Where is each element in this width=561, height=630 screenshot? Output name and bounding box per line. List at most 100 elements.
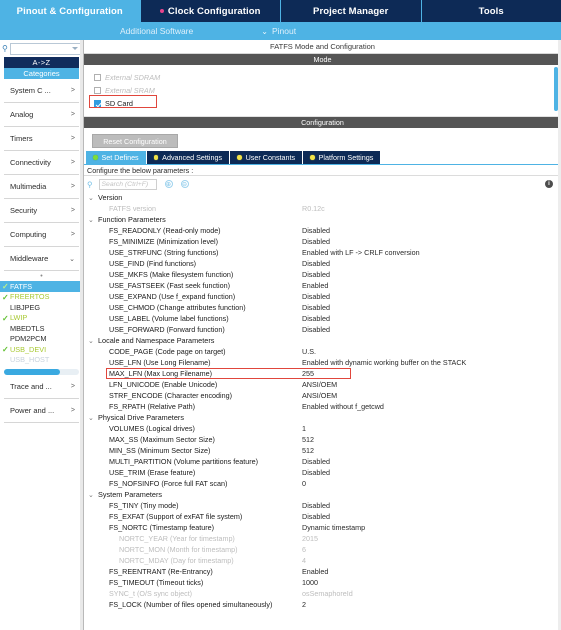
info-icon[interactable]: i bbox=[545, 180, 553, 188]
parameter-row[interactable]: MAX_LFN (Max Long Filename) 255 bbox=[84, 367, 561, 379]
sidebar-vertical-scrollbar[interactable] bbox=[80, 40, 83, 630]
parameter-row[interactable]: USE_FIND (Find functions) Disabled bbox=[84, 258, 561, 269]
sidebar-item-connectivity[interactable]: Connectivity > bbox=[4, 151, 79, 175]
parameter-value[interactable]: 6 bbox=[302, 545, 306, 554]
parameter-value[interactable]: ANSI/OEM bbox=[302, 380, 337, 389]
parameter-value[interactable]: 2 bbox=[302, 600, 306, 609]
checkbox-icon[interactable] bbox=[94, 74, 101, 81]
parameter-row[interactable]: FS_RPATH (Relative Path) Enabled without … bbox=[84, 401, 561, 412]
parameter-value[interactable]: 2015 bbox=[302, 534, 318, 543]
parameter-row[interactable]: NORTC_YEAR (Year for timestamp) 2015 bbox=[84, 533, 561, 544]
sidebar-item-lwip[interactable]: ✓ LWIP bbox=[0, 313, 83, 324]
chevron-down-icon[interactable]: ⌄ bbox=[88, 414, 94, 422]
parameter-value[interactable]: 1 bbox=[302, 424, 306, 433]
parameter-group-header[interactable]: ⌄ Version bbox=[84, 192, 561, 203]
parameter-value[interactable]: 512 bbox=[302, 446, 314, 455]
parameter-value[interactable]: Disabled bbox=[302, 468, 330, 477]
parameter-value[interactable]: 255 bbox=[302, 369, 314, 378]
tab-advanced-settings[interactable]: Advanced Settings bbox=[146, 151, 231, 164]
tab-clock-configuration[interactable]: Clock Configuration bbox=[140, 0, 281, 22]
parameter-row[interactable]: LFN_UNICODE (Enable Unicode) ANSI/OEM bbox=[84, 379, 561, 390]
parameter-value[interactable]: Disabled bbox=[302, 259, 330, 268]
parameter-row[interactable]: USE_CHMOD (Change attributes function) Di… bbox=[84, 302, 561, 313]
collapse-all-icon[interactable]: ⊖ bbox=[180, 180, 189, 188]
sidebar-item-mbedtls[interactable]: MBEDTLS bbox=[0, 323, 83, 334]
chevron-down-icon[interactable]: ⌄ bbox=[88, 337, 94, 345]
parameter-value[interactable]: Enabled with dynamic working buffer on t… bbox=[302, 358, 466, 367]
sidebar-item-power-and[interactable]: Power and ... > bbox=[4, 399, 79, 423]
sidebar-item-trace-and[interactable]: Trace and ... > bbox=[4, 375, 79, 399]
parameter-value[interactable]: Disabled bbox=[302, 501, 330, 510]
pinout-menu[interactable]: ⌄ Pinout bbox=[261, 26, 296, 36]
parameter-value[interactable]: R0.12c bbox=[302, 204, 325, 213]
parameter-row[interactable]: FS_REENTRANT (Re-Entrancy) Enabled bbox=[84, 566, 561, 577]
sidebar-search-input[interactable] bbox=[9, 42, 81, 55]
parameter-row[interactable]: FS_NOFSINFO (Force full FAT scan) 0 bbox=[84, 478, 561, 489]
mode-option-sd-card[interactable]: SD Card bbox=[94, 97, 561, 110]
parameter-row[interactable]: FS_MINIMIZE (Minimization level) Disabled bbox=[84, 236, 561, 247]
parameter-value[interactable]: 1000 bbox=[302, 578, 318, 587]
parameter-row[interactable]: USE_LFN (Use Long Filename) Enabled with … bbox=[84, 357, 561, 368]
parameter-row[interactable]: FS_NORTC (Timestamp feature) Dynamic time… bbox=[84, 522, 561, 533]
tab-user-constants[interactable]: User Constants bbox=[230, 151, 304, 164]
parameter-row[interactable]: USE_EXPAND (Use f_expand function) Disabl… bbox=[84, 291, 561, 302]
parameter-value[interactable]: Disabled bbox=[302, 226, 330, 235]
parameter-row[interactable]: STRF_ENCODE (Character encoding) ANSI/OEM bbox=[84, 390, 561, 401]
parameter-value[interactable]: Disabled bbox=[302, 512, 330, 521]
checkbox-icon[interactable] bbox=[94, 100, 101, 107]
sidebar-horizontal-scrollbar[interactable] bbox=[4, 369, 79, 375]
parameter-group-header[interactable]: ⌄ Function Parameters bbox=[84, 214, 561, 225]
parameter-value[interactable]: ANSI/OEM bbox=[302, 391, 337, 400]
tab-tools[interactable]: Tools bbox=[421, 0, 561, 22]
parameter-value[interactable]: 0 bbox=[302, 479, 306, 488]
expand-all-icon[interactable]: ⊕ bbox=[164, 180, 173, 188]
chevron-down-icon[interactable]: ⌄ bbox=[88, 491, 94, 499]
parameter-value[interactable]: Enabled with LF -> CRLF conversion bbox=[302, 248, 420, 257]
parameter-value[interactable]: Disabled bbox=[302, 237, 330, 246]
parameter-row[interactable]: SYNC_t (O/S sync object) osSemaphoreId bbox=[84, 588, 561, 599]
parameter-row[interactable]: FS_TINY (Tiny mode) Disabled bbox=[84, 500, 561, 511]
parameter-value[interactable]: Disabled bbox=[302, 457, 330, 466]
sidebar-item-analog[interactable]: Analog > bbox=[4, 103, 79, 127]
sidebar-item-computing[interactable]: Computing > bbox=[4, 223, 79, 247]
sidebar-item-fatfs[interactable]: ✓ FATFS bbox=[0, 281, 83, 292]
sidebar-item-multimedia[interactable]: Multimedia > bbox=[4, 175, 79, 199]
checkbox-icon[interactable] bbox=[94, 87, 101, 94]
parameter-row[interactable]: USE_STRFUNC (String functions) Enabled wi… bbox=[84, 247, 561, 258]
reset-configuration-button[interactable]: Reset Configuration bbox=[92, 134, 178, 148]
sidebar-item-timers[interactable]: Timers > bbox=[4, 127, 79, 151]
sidebar-item-usb_devi[interactable]: ✓ USB_DEVI bbox=[0, 344, 83, 355]
parameter-row[interactable]: FS_READONLY (Read-only mode) Disabled bbox=[84, 225, 561, 236]
parameter-value[interactable]: Disabled bbox=[302, 270, 330, 279]
chevron-down-icon[interactable]: ⌄ bbox=[88, 194, 94, 202]
parameter-row[interactable]: NORTC_MDAY (Day for timestamp) 4 bbox=[84, 555, 561, 566]
parameter-row[interactable]: USE_FORWARD (Forward function) Disabled bbox=[84, 324, 561, 335]
parameter-row[interactable]: CODE_PAGE (Code page on target) U.S. bbox=[84, 346, 561, 357]
parameter-value[interactable]: Disabled bbox=[302, 303, 330, 312]
parameter-value[interactable]: 4 bbox=[302, 556, 306, 565]
sidebar-item-system-c[interactable]: System C ... > bbox=[4, 79, 79, 103]
parameter-value[interactable]: osSemaphoreId bbox=[302, 589, 353, 598]
parameter-group-header[interactable]: ⌄ System Parameters bbox=[84, 489, 561, 500]
sidebar-item-middleware[interactable]: Middleware ⌄ bbox=[4, 247, 79, 271]
parameter-value[interactable]: Disabled bbox=[302, 292, 330, 301]
tab-set-defines[interactable]: Set Defines bbox=[86, 151, 147, 164]
parameter-value[interactable]: U.S. bbox=[302, 347, 316, 356]
parameter-row[interactable]: FS_TIMEOUT (Timeout ticks) 1000 bbox=[84, 577, 561, 588]
parameter-row[interactable]: USE_TRIM (Erase feature) Disabled bbox=[84, 467, 561, 478]
parameter-value[interactable]: Enabled bbox=[302, 567, 328, 576]
parameter-row[interactable]: MIN_SS (Minimum Sector Size) 512 bbox=[84, 445, 561, 456]
additional-software-button[interactable]: Additional Software bbox=[120, 26, 193, 36]
parameter-value[interactable]: Disabled bbox=[302, 325, 330, 334]
tab-platform-settings[interactable]: Platform Settings bbox=[303, 151, 382, 164]
parameter-value[interactable]: 512 bbox=[302, 435, 314, 444]
parameter-row[interactable]: FS_LOCK (Number of files opened simultan… bbox=[84, 599, 561, 610]
sidebar-item-usb_host[interactable]: USB_HOST bbox=[0, 355, 83, 366]
parameter-row[interactable]: USE_LABEL (Volume label functions) Disabl… bbox=[84, 313, 561, 324]
sidebar-item-libjpeg[interactable]: LIBJPEG bbox=[0, 302, 83, 313]
parameter-group-header[interactable]: ⌄ Physical Drive Parameters bbox=[84, 412, 561, 423]
scrollbar-thumb[interactable] bbox=[4, 369, 61, 375]
parameter-value[interactable]: Dynamic timestamp bbox=[302, 523, 365, 532]
parameter-row[interactable]: NORTC_MON (Month for timestamp) 6 bbox=[84, 544, 561, 555]
mode-option-external-sdram[interactable]: External SDRAM bbox=[94, 71, 561, 84]
